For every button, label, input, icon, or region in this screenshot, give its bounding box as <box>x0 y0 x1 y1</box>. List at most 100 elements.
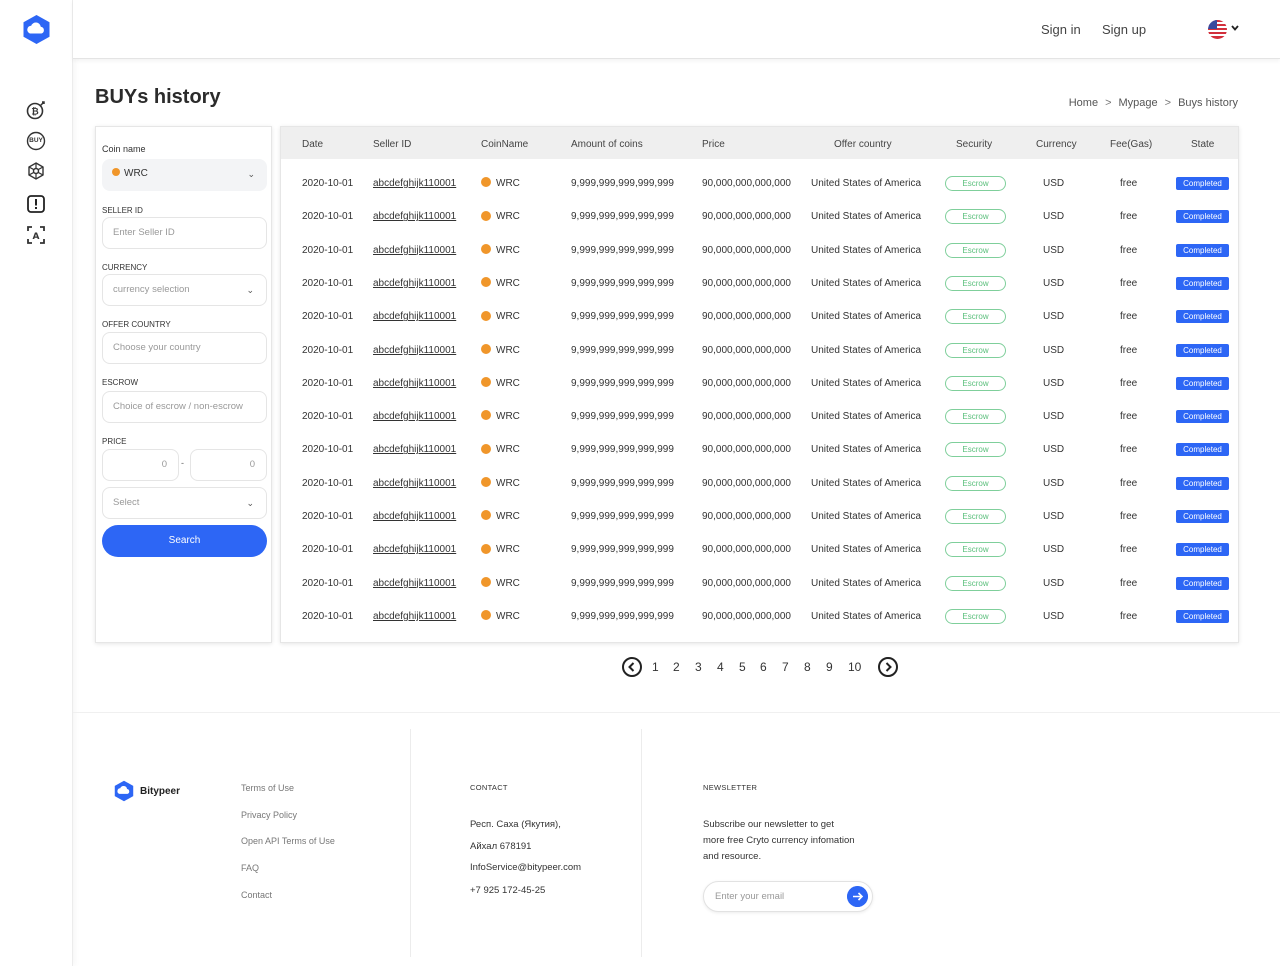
coin-name-text: WRC <box>496 610 520 622</box>
scan-icon[interactable]: A <box>26 225 46 245</box>
select-dropdown[interactable]: Select ⌄ <box>102 487 267 519</box>
footer-link-terms[interactable]: Terms of Use <box>241 783 294 793</box>
column-header-currency: Currency <box>1036 139 1077 150</box>
cell-price: 90,000,000,000,000 <box>702 277 791 289</box>
prev-page-icon[interactable] <box>622 657 642 677</box>
cell-offer-country: United States of America <box>811 477 922 489</box>
footer-link-faq[interactable]: FAQ <box>241 863 259 873</box>
cell-fee: free <box>1120 377 1138 389</box>
next-page-icon[interactable] <box>878 657 898 677</box>
cell-seller-id[interactable]: abcdefghijk110001 <box>373 533 456 566</box>
coin-name-text: WRC <box>496 544 520 556</box>
cell-currency: USD <box>1043 344 1065 356</box>
security-badge: Escrow <box>945 409 1006 425</box>
network-icon[interactable] <box>26 161 46 181</box>
footer-link-api-terms[interactable]: Open API Terms of Use <box>241 836 335 846</box>
chevron-down-icon: ⌄ <box>246 285 254 295</box>
page-link-7[interactable]: 7 <box>782 660 789 674</box>
security-badge: Escrow <box>945 475 1006 491</box>
cell-coin-name: WRC <box>481 234 520 267</box>
cell-fee: free <box>1120 211 1138 223</box>
cell-fee: free <box>1120 610 1138 622</box>
cell-currency: USD <box>1043 411 1065 423</box>
page-link-2[interactable]: 2 <box>673 660 680 674</box>
price-max-input[interactable]: 0 <box>190 449 267 481</box>
page-link-8[interactable]: 8 <box>804 660 811 674</box>
cell-fee: free <box>1120 178 1138 189</box>
us-flag-icon[interactable] <box>1208 20 1227 39</box>
newsletter-email-input[interactable]: Enter your email <box>703 881 873 912</box>
page-link-9[interactable]: 9 <box>826 660 833 674</box>
cell-offer-country: United States of America <box>811 211 922 223</box>
cell-coin-name: WRC <box>481 267 520 300</box>
wrc-coin-icon <box>481 210 491 221</box>
cell-seller-id[interactable]: abcdefghijk110001 <box>373 234 456 267</box>
arrow-right-icon[interactable] <box>847 886 868 907</box>
cell-offer-country: United States of America <box>811 277 922 289</box>
cell-seller-id[interactable]: abcdefghijk110001 <box>373 167 456 200</box>
cell-amount: 9,999,999,999,999,999 <box>571 577 674 589</box>
escrow-input[interactable]: Choice of escrow / non-escrow <box>102 391 267 423</box>
cell-seller-id[interactable]: abcdefghijk110001 <box>373 267 456 300</box>
cell-offer-country: United States of America <box>811 344 922 356</box>
cell-amount: 9,999,999,999,999,999 <box>571 610 674 622</box>
breadcrumb-home[interactable]: Home <box>1069 97 1098 109</box>
cell-price: 90,000,000,000,000 <box>702 178 791 189</box>
alert-icon[interactable] <box>26 194 46 214</box>
page-link-1[interactable]: 1 <box>652 660 659 674</box>
cloud-logo-icon[interactable] <box>21 14 52 45</box>
security-badge: Escrow <box>945 442 1006 458</box>
cell-seller-id[interactable]: abcdefghijk110001 <box>373 500 456 533</box>
column-header-security: Security <box>956 139 993 150</box>
footer-link-contact[interactable]: Contact <box>241 890 272 900</box>
buy-icon[interactable]: BUY <box>26 131 46 151</box>
page-link-3[interactable]: 3 <box>695 660 702 674</box>
table-row: 2020-10-01 abcdefghijk110001 WRC 9,999,999,… <box>281 600 1238 633</box>
coin-name-text: WRC <box>496 277 520 289</box>
wrc-coin-icon <box>481 477 491 488</box>
offer-country-label: OFFER COUNTRY <box>102 320 171 329</box>
bitypeer-logo-icon <box>114 780 134 802</box>
newsletter-heading: NEWSLETTER <box>703 783 758 792</box>
coin-name-select[interactable]: WRC ⌄ <box>102 159 267 191</box>
cell-offer-country: United States of America <box>811 444 922 456</box>
cell-date: 2020-10-01 <box>302 211 354 223</box>
cell-coin-name: WRC <box>481 167 520 200</box>
cell-date: 2020-10-01 <box>302 610 354 622</box>
cell-seller-id[interactable]: abcdefghijk110001 <box>373 334 456 367</box>
page-link-6[interactable]: 6 <box>760 660 767 674</box>
cell-price: 90,000,000,000,000 <box>702 211 791 223</box>
cell-coin-name: WRC <box>481 433 520 466</box>
cell-seller-id[interactable]: abcdefghijk110001 <box>373 567 456 600</box>
price-min-input[interactable]: 0 <box>102 449 179 481</box>
cell-seller-id[interactable]: abcdefghijk110001 <box>373 200 456 233</box>
page-link-4[interactable]: 4 <box>717 660 724 674</box>
breadcrumb-mypage[interactable]: Mypage <box>1119 97 1158 109</box>
offer-country-input[interactable]: Choose your country <box>102 332 267 364</box>
sign-in-link[interactable]: Sign in <box>1041 22 1081 37</box>
chevron-down-icon[interactable] <box>1230 23 1240 33</box>
cell-currency: USD <box>1043 444 1065 456</box>
cell-date: 2020-10-01 <box>302 544 354 556</box>
contact-email: InfoService@bitypeer.com <box>470 862 582 873</box>
seller-id-label: SELLER ID <box>102 206 143 215</box>
top-header: Sign in Sign up <box>73 0 1280 59</box>
security-badge: Escrow <box>945 575 1006 591</box>
cell-seller-id[interactable]: abcdefghijk110001 <box>373 433 456 466</box>
cell-seller-id[interactable]: abcdefghijk110001 <box>373 467 456 500</box>
column-header-offer-country: Offer country <box>834 139 892 150</box>
footer-link-privacy[interactable]: Privacy Policy <box>241 810 297 820</box>
sign-up-link[interactable]: Sign up <box>1102 22 1146 37</box>
search-button[interactable]: Search <box>102 525 267 557</box>
page-title: BUYs history <box>95 86 221 108</box>
cell-date: 2020-10-01 <box>302 277 354 289</box>
cell-seller-id[interactable]: abcdefghijk110001 <box>373 367 456 400</box>
cell-seller-id[interactable]: abcdefghijk110001 <box>373 600 456 633</box>
seller-id-input[interactable]: Enter Seller ID <box>102 217 267 249</box>
bitcoin-target-icon[interactable]: ₿ <box>26 100 46 120</box>
cell-seller-id[interactable]: abcdefghijk110001 <box>373 300 456 333</box>
cell-seller-id[interactable]: abcdefghijk110001 <box>373 400 456 433</box>
page-link-5[interactable]: 5 <box>739 660 746 674</box>
page-link-10[interactable]: 10 <box>848 660 861 674</box>
currency-select[interactable]: currency selection ⌄ <box>102 274 267 306</box>
